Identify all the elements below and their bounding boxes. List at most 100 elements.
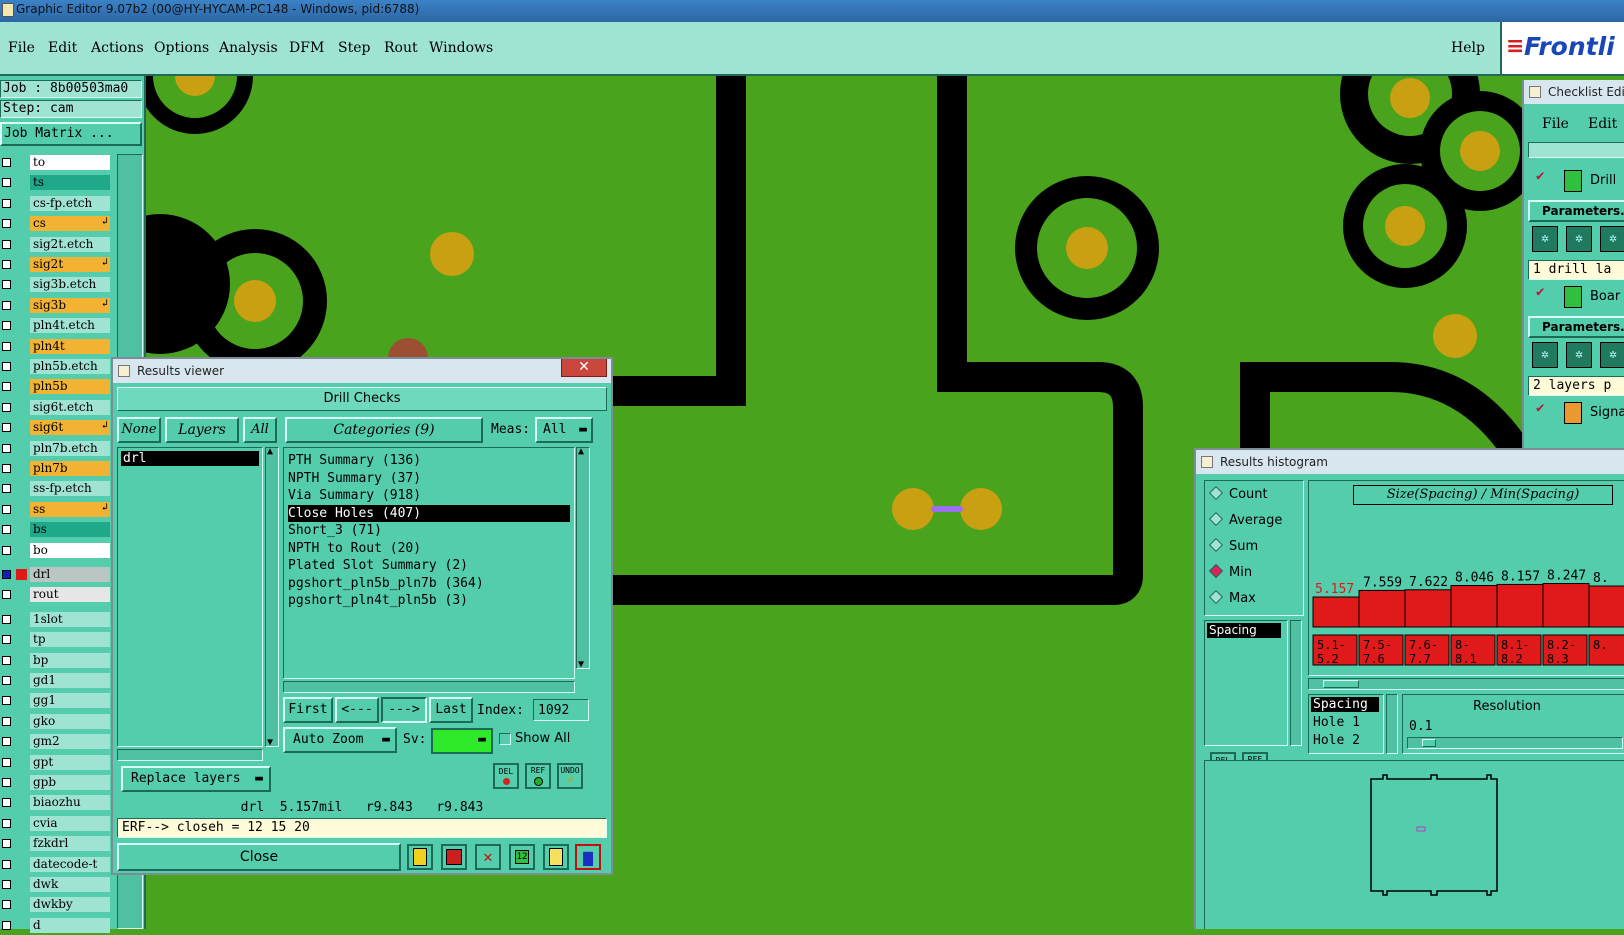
layer-row-1slot[interactable]: 1slot [0, 611, 112, 629]
layer-row-dwkby[interactable]: dwkby [0, 896, 112, 914]
layer-checkbox[interactable] [2, 178, 11, 188]
layer-result-item[interactable]: drl [121, 451, 259, 466]
scroll-down-icon[interactable]: ▼ [578, 659, 584, 670]
layer-checkbox[interactable] [2, 737, 11, 747]
run-icon[interactable]: ✲ [1532, 342, 1558, 368]
layer-name[interactable]: gd1 [30, 673, 110, 688]
layer-row-sig6t.etch[interactable]: sig6t.etch [0, 399, 112, 417]
layers-button[interactable]: Layers [165, 417, 239, 443]
layer-checkbox[interactable] [2, 900, 11, 910]
hole-list-vscroll[interactable] [1386, 694, 1398, 754]
layer-name[interactable]: biaozhu [30, 795, 110, 811]
layer-row-sig6t[interactable]: sig6t ↲ [0, 419, 112, 437]
layer-name[interactable]: pln5b [30, 379, 110, 395]
run-icon[interactable]: ✲ [1566, 226, 1592, 252]
histogram-tool-button[interactable]: ▆ [575, 844, 601, 870]
ref-button[interactable]: REF [525, 763, 551, 789]
option-min[interactable]: Min [1208, 563, 1252, 585]
layer-name[interactable]: d [30, 917, 110, 933]
last-button[interactable]: Last [429, 697, 473, 723]
job-matrix-button[interactable]: Job Matrix ... [0, 122, 142, 146]
layer-row-pln5b.etch[interactable]: pln5b.etch [0, 358, 112, 376]
chart-hscroll[interactable] [1308, 678, 1624, 690]
layer-checkbox[interactable] [2, 570, 11, 579]
layer-row-gpt[interactable]: gpt [0, 754, 112, 772]
histogram-bar[interactable] [1542, 583, 1590, 628]
histogram-bar[interactable] [1496, 583, 1544, 628]
layer-checkbox[interactable] [2, 402, 11, 412]
layer-name[interactable]: gg1 [30, 693, 110, 709]
layer-name[interactable]: cs [30, 216, 110, 232]
category-item[interactable]: pgshort_pln4t_pln5b (3) [288, 592, 570, 609]
field-item[interactable]: Spacing [1311, 697, 1379, 712]
layer-checkbox[interactable] [2, 525, 11, 535]
layer-checkbox[interactable] [2, 464, 11, 473]
layer-checkbox[interactable] [2, 655, 11, 665]
number-tool-button[interactable]: 12 [509, 844, 535, 870]
category-item[interactable]: PTH Summary (136) [288, 452, 570, 469]
next-button[interactable]: ---> [381, 697, 427, 723]
histogram-bar[interactable] [1312, 596, 1360, 628]
layer-row-biaozhu[interactable]: biaozhu [0, 794, 112, 812]
layer-row-tp[interactable]: tp [0, 631, 112, 649]
layer-checkbox[interactable] [2, 590, 11, 600]
layer-row-cvia[interactable]: cvia [0, 815, 112, 833]
layer-row-gpb[interactable]: gpb [0, 774, 112, 792]
slider-thumb[interactable] [1422, 739, 1436, 747]
layer-name[interactable]: bp [30, 652, 110, 668]
layer-name[interactable]: sig6t [30, 420, 110, 436]
layer-row-sig2t[interactable]: sig2t ↲ [0, 256, 112, 274]
layer-row-d[interactable]: d [0, 917, 112, 935]
layer-checkbox[interactable] [2, 300, 11, 310]
layer-name[interactable]: cvia [30, 815, 110, 831]
layer-row-bo[interactable]: bo [0, 542, 112, 560]
layer-checkbox[interactable] [2, 859, 11, 869]
layer-name[interactable]: sig6t.etch [30, 399, 110, 415]
layer-row-drl[interactable]: drl [0, 566, 112, 584]
layer-checkbox[interactable] [2, 260, 11, 269]
checklist-menu-edit[interactable]: Edit [1588, 116, 1617, 132]
layer-row-pln5b[interactable]: pln5b [0, 378, 112, 396]
menu-actions[interactable]: Actions [91, 40, 144, 56]
layer-name[interactable]: ts [30, 175, 110, 191]
category-item[interactable]: Close Holes (407) [288, 504, 570, 522]
layer-checkbox[interactable] [2, 158, 11, 167]
checklist-row-drill[interactable]: ✔ Drill [1528, 168, 1624, 194]
layer-row-sig3b.etch[interactable]: sig3b.etch [0, 276, 112, 294]
layer-row-rout[interactable]: rout [0, 586, 112, 604]
close-button[interactable]: Close [117, 843, 401, 871]
checklist-titlebar[interactable]: Checklist Edit [1524, 80, 1624, 104]
none-button[interactable]: None [117, 417, 161, 443]
layer-checkbox[interactable] [2, 219, 11, 229]
ruler-tool-button[interactable] [407, 844, 433, 870]
select-tool-button[interactable] [441, 844, 467, 870]
prev-button[interactable]: <--- [335, 697, 379, 723]
category-list[interactable]: PTH Summary (136) NPTH Summary (37) Via Su… [283, 447, 575, 679]
del-button[interactable]: DEL [493, 763, 519, 789]
layer-row-datecode-t[interactable]: datecode-t [0, 856, 112, 874]
layer-name[interactable]: dwk [30, 877, 110, 892]
layer-row-gko[interactable]: gko [0, 713, 112, 731]
layer-checkbox[interactable] [2, 818, 11, 828]
histogram-bar[interactable] [1358, 589, 1406, 628]
layer-name[interactable]: gko [30, 713, 110, 729]
histogram-bar[interactable] [1404, 589, 1452, 628]
menu-options[interactable]: Options [154, 40, 209, 56]
close-window-button[interactable]: ✕ [561, 359, 607, 377]
checklist-row-board[interactable]: ✔ Boar [1528, 284, 1624, 310]
run-icon[interactable]: ✲ [1532, 226, 1558, 252]
layer-name[interactable]: pln7b [30, 461, 110, 476]
layer-row-pln4t.etch[interactable]: pln4t.etch [0, 317, 112, 335]
layer-name[interactable]: cs-fp.etch [30, 195, 110, 211]
layer-row-ts[interactable]: ts [0, 174, 112, 192]
layer-row-cs[interactable]: cs ↲ [0, 215, 112, 233]
layer-name[interactable]: drl [30, 567, 110, 582]
layer-checkbox[interactable] [2, 341, 11, 351]
layer-list-hscroll[interactable] [117, 749, 263, 761]
layer-name[interactable]: bs [30, 522, 110, 538]
menu-help[interactable]: Help [1451, 40, 1485, 56]
scroll-thumb[interactable] [1323, 680, 1359, 688]
histogram-field-list[interactable]: Spacing [1204, 620, 1288, 746]
layer-row-sig3b[interactable]: sig3b ↲ [0, 297, 112, 315]
layer-checkbox[interactable] [2, 614, 11, 624]
